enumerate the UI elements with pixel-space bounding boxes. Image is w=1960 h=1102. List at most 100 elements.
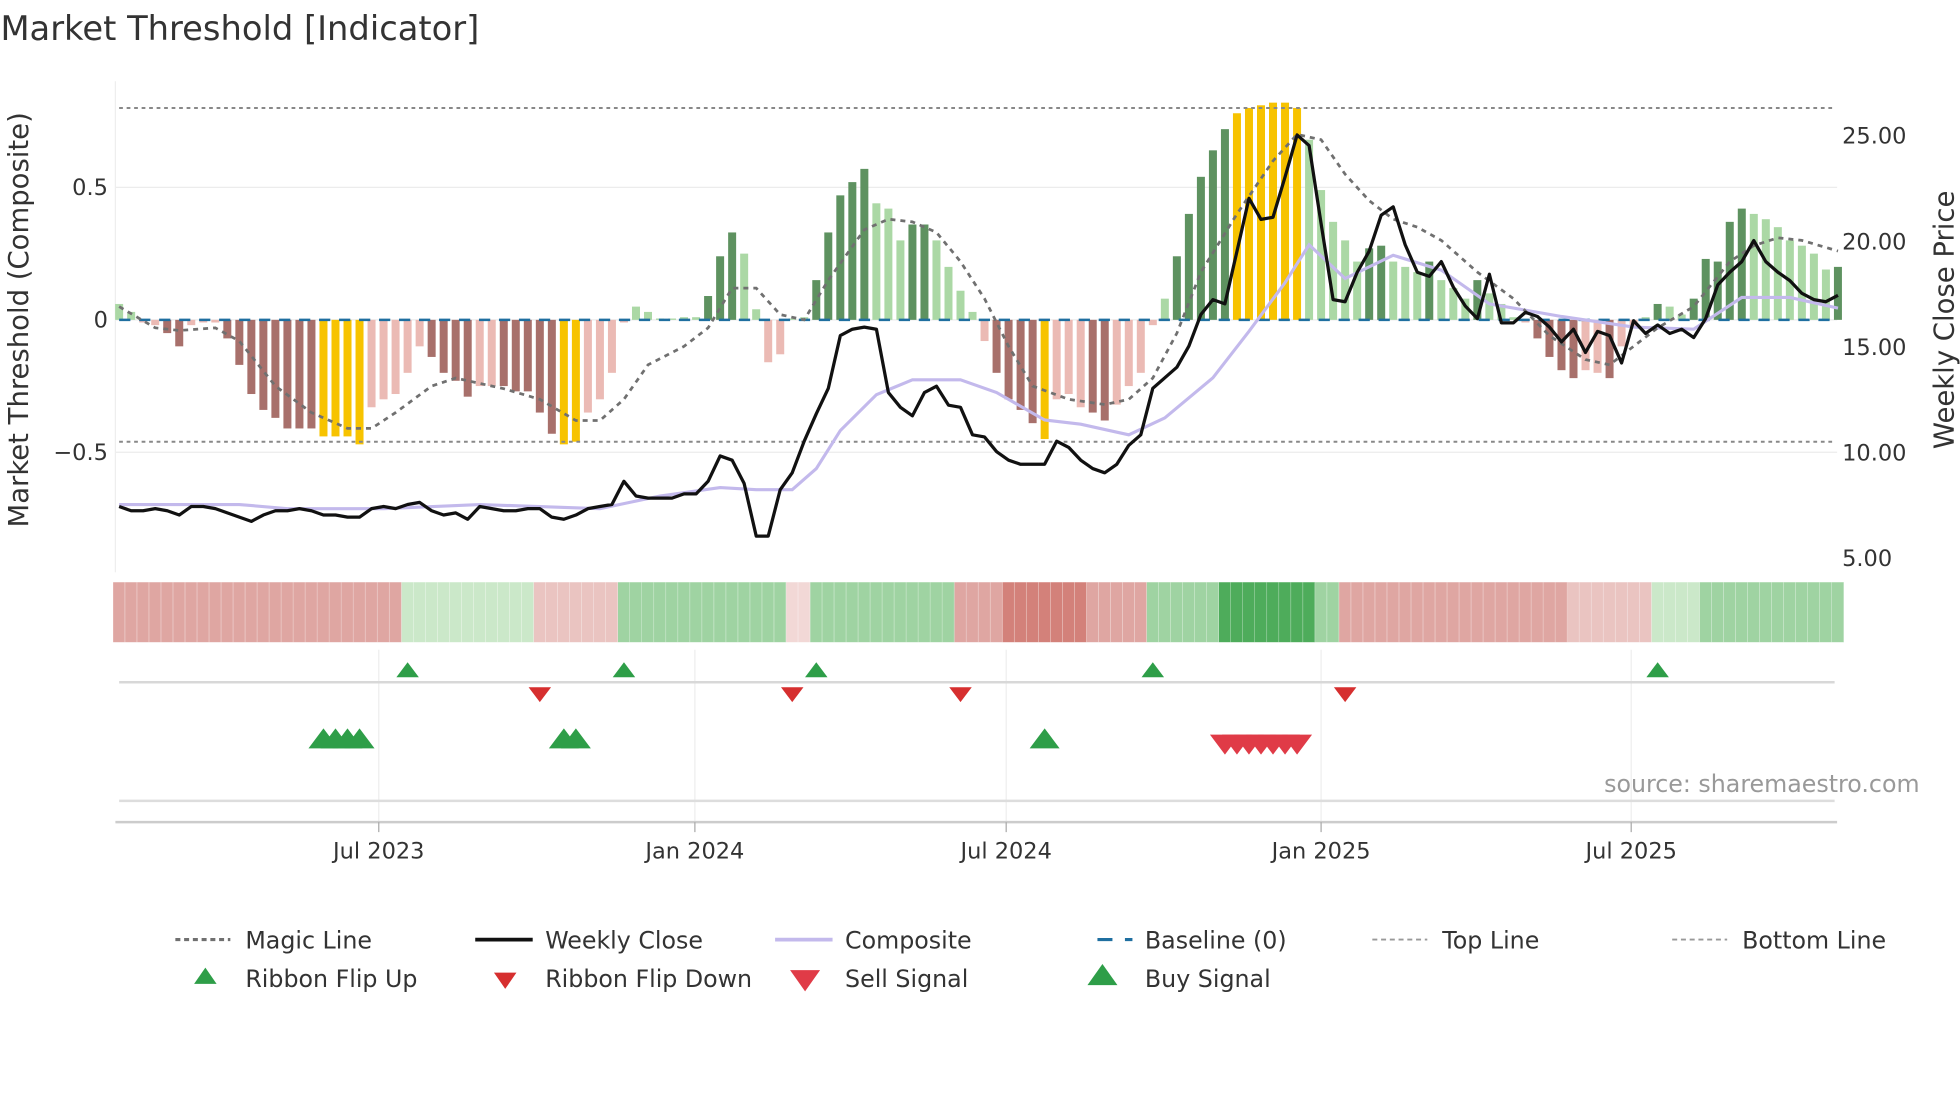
composite-bar <box>908 224 917 320</box>
composite-bar <box>1136 319 1145 373</box>
legend-label: Ribbon Flip Up <box>245 965 417 993</box>
x-tick-label: Jan 2025 <box>1270 838 1371 864</box>
ribbon-cell <box>1315 582 1328 643</box>
composite-bar <box>259 319 268 410</box>
legend-label: Composite <box>845 926 972 954</box>
ribbon-cell <box>822 582 835 643</box>
ribbon-cell <box>678 582 691 643</box>
ribbon-cell <box>870 582 883 643</box>
ribbon-cell <box>714 582 727 643</box>
composite-bar <box>896 240 905 320</box>
ribbon-cell <box>473 582 486 643</box>
composite-bar <box>223 319 232 339</box>
ribbon-cell <box>1411 582 1424 643</box>
ribbon-cell <box>1327 582 1340 643</box>
ribbon-cell <box>858 582 871 643</box>
ribbon-cell <box>1038 582 1051 643</box>
ribbon-cell <box>1783 582 1796 643</box>
ribbon-cell <box>281 582 294 643</box>
y2-tick-label: 25.00 <box>1842 124 1906 150</box>
ribbon-cell <box>1002 582 1015 643</box>
ribbon-cell <box>990 582 1003 643</box>
ribbon-cell <box>137 582 150 643</box>
composite-bar <box>1208 150 1217 320</box>
composite-bar <box>776 319 785 355</box>
ribbon-cell <box>1363 582 1376 643</box>
composite-bar <box>1413 272 1422 320</box>
ribbon-cell <box>425 582 438 643</box>
ribbon-cell <box>1026 582 1039 643</box>
ribbon-cell <box>161 582 174 643</box>
ribbon-cell <box>461 582 474 643</box>
composite-bar <box>1016 319 1025 410</box>
ribbon-cell <box>377 582 390 643</box>
composite-bar <box>836 195 845 320</box>
y-tick-label: 0.5 <box>72 175 108 201</box>
legend: Magic Line Weekly Close Composite Baseline … <box>175 926 1886 993</box>
legend-label: Baseline (0) <box>1145 926 1287 954</box>
composite-bar <box>1377 245 1386 320</box>
y-axis-label: Market Threshold (Composite) <box>3 112 35 527</box>
ribbon-cell <box>329 582 342 643</box>
ribbon-cell <box>1447 582 1460 643</box>
ribbon-cell <box>1771 582 1784 643</box>
ribbon-cell <box>1110 582 1123 643</box>
composite-bar <box>1533 319 1542 339</box>
ribbon-flip-up-marker <box>805 662 828 678</box>
ribbon-cell <box>629 582 643 643</box>
composite-bar <box>1088 319 1097 413</box>
ribbon-cell <box>1591 582 1604 643</box>
ribbon-cell <box>1495 582 1508 643</box>
buy-signal-marker <box>1029 728 1060 749</box>
composite-bar <box>631 306 640 320</box>
ribbon-cell <box>1531 582 1544 643</box>
ribbon-cell <box>918 582 931 643</box>
ribbon-cell <box>245 582 258 643</box>
magic-line <box>118 132 1839 430</box>
legend-label: Magic Line <box>245 926 372 954</box>
composite-bar <box>499 319 508 387</box>
composite-bar <box>1401 266 1410 320</box>
ribbon-cell <box>642 582 655 643</box>
market-threshold-chart: Market Threshold [Indicator] Jul 2023 Jan… <box>0 9 1960 993</box>
composite-bar <box>379 319 388 400</box>
buy-signal-icon <box>1087 963 1118 986</box>
ribbon-cell <box>341 582 354 643</box>
ribbon-cell <box>1375 582 1388 643</box>
x-tick-label: Jul 2024 <box>958 838 1051 864</box>
ribbon-flip-up-marker <box>396 662 419 678</box>
composite-bar <box>1064 319 1073 395</box>
composite-bar <box>571 319 580 442</box>
ribbon-cell <box>125 582 138 643</box>
composite-bar <box>1809 253 1818 320</box>
y2-tick-label: 15.00 <box>1842 335 1906 361</box>
composite-bar <box>115 303 124 320</box>
ribbon-cell <box>1267 582 1280 643</box>
legend-label: Weekly Close <box>545 926 703 954</box>
ribbon-cell <box>173 582 186 643</box>
ribbon-cell <box>954 582 967 643</box>
ribbon-cell <box>545 582 558 643</box>
composite-bar <box>595 319 604 400</box>
composite-bar <box>367 319 376 408</box>
ribbon-cell <box>1182 582 1195 643</box>
composite-bar <box>271 319 280 418</box>
ribbon-cell <box>1255 582 1268 643</box>
ribbon-cell <box>1230 582 1243 643</box>
ribbon-cell <box>1579 582 1592 643</box>
ribbon-cell <box>882 582 895 643</box>
ribbon-cell <box>353 582 366 643</box>
legend-label: Buy Signal <box>1145 965 1271 993</box>
composite-bar <box>331 319 340 437</box>
ribbon-cell <box>185 582 198 643</box>
x-tick-label: Jul 2023 <box>331 838 424 864</box>
composite-bar <box>1124 319 1133 387</box>
composite-bar <box>163 319 172 334</box>
ribbon-cell <box>557 582 570 643</box>
ribbon-cell <box>1543 582 1556 643</box>
ribbon-cell <box>738 582 751 643</box>
composite-bar <box>283 319 292 429</box>
ribbon-cell <box>1206 582 1219 643</box>
y-tick-label: 0 <box>94 307 108 333</box>
ribbon-cell <box>197 582 210 643</box>
